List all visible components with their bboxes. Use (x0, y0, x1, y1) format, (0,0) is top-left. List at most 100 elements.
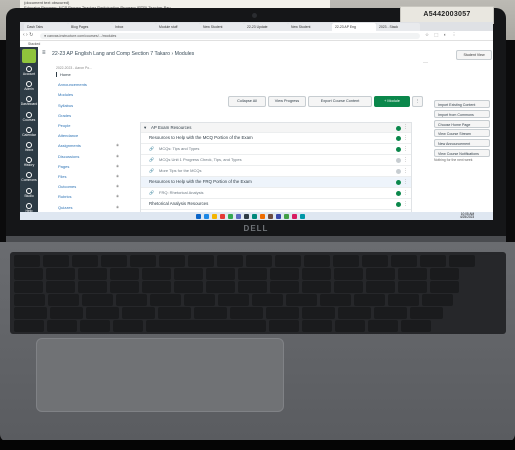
store-icon[interactable] (268, 213, 273, 219)
key[interactable] (430, 281, 459, 293)
key[interactable] (174, 281, 203, 293)
browser-tab[interactable]: 22-23 Update (244, 23, 288, 31)
url-input[interactable]: ● canvas.instructure.com/courses/.../mod… (40, 32, 420, 39)
item-menu-icon[interactable]: ⋮ (403, 155, 408, 165)
key[interactable] (217, 255, 243, 267)
browser-tab[interactable]: New Student (200, 23, 244, 31)
key[interactable] (302, 320, 332, 332)
key[interactable] (14, 294, 45, 306)
global-nav-admin[interactable]: Admin (20, 80, 38, 95)
key[interactable] (116, 294, 147, 306)
settings-icon[interactable] (300, 213, 305, 219)
sidebar-button[interactable]: New Announcement (434, 139, 490, 148)
key[interactable] (206, 268, 235, 280)
key[interactable] (334, 281, 363, 293)
published-check-icon[interactable] (396, 201, 401, 207)
add-module-button[interactable]: + Module (374, 96, 410, 107)
course-nav-files[interactable]: Files (58, 174, 66, 179)
more-options-icon[interactable]: ⋮ (412, 96, 423, 107)
key[interactable] (334, 268, 363, 280)
course-nav-rubrics[interactable]: Rubrics (58, 194, 72, 199)
key[interactable] (401, 320, 431, 332)
key[interactable] (46, 281, 75, 293)
module-header[interactable]: ▾ AP Exam Resources ⋮ (141, 123, 411, 132)
key[interactable] (130, 255, 156, 267)
key[interactable] (270, 268, 299, 280)
key[interactable] (368, 320, 398, 332)
course-nav-people[interactable]: People (58, 123, 70, 128)
collapse-all-button[interactable]: Collapse All (228, 96, 266, 107)
edge-icon[interactable] (228, 213, 233, 219)
key[interactable] (410, 307, 443, 319)
key[interactable] (275, 255, 301, 267)
global-nav-commons[interactable]: Commons (20, 171, 38, 186)
key[interactable] (43, 255, 69, 267)
mail-icon[interactable] (276, 213, 281, 219)
key[interactable] (82, 294, 113, 306)
browser-tab[interactable]: Module stuff (156, 23, 200, 31)
global-nav-studio[interactable]: Studio (20, 187, 38, 202)
published-check-icon[interactable] (396, 146, 401, 152)
key[interactable] (449, 255, 475, 267)
key[interactable] (146, 320, 266, 332)
key[interactable] (366, 268, 395, 280)
export-course-content-button[interactable]: Export Course Content (308, 96, 372, 107)
published-check-icon[interactable] (396, 157, 401, 163)
global-nav-calendar[interactable]: Calendar (20, 126, 38, 141)
chevron-down-icon[interactable]: ▾ (144, 123, 146, 132)
key[interactable] (142, 281, 171, 293)
key[interactable] (206, 281, 235, 293)
key[interactable] (14, 268, 43, 280)
module-text-header[interactable]: Resources to Help with the FRQ Portion o… (141, 176, 411, 187)
key[interactable] (266, 307, 299, 319)
search-icon[interactable] (204, 213, 209, 219)
key[interactable] (184, 294, 215, 306)
sidebar-button[interactable]: Import from Commons (434, 109, 490, 118)
key[interactable] (174, 268, 203, 280)
key[interactable] (338, 307, 371, 319)
course-nav-home[interactable]: Home (56, 72, 71, 77)
global-nav-dashboard[interactable]: Dashboard (20, 95, 38, 110)
module-item[interactable]: 🔗 FRQ: Rhetorical Analysis ⋮ (141, 187, 411, 198)
browser-tab[interactable]: Blog Pages (68, 23, 112, 31)
course-nav-modules[interactable]: Modules (58, 92, 73, 97)
global-nav-account[interactable]: Account (20, 65, 38, 80)
key[interactable] (333, 255, 359, 267)
course-nav-quizzes[interactable]: Quizzes (58, 205, 72, 210)
key[interactable] (362, 255, 388, 267)
key[interactable] (422, 294, 453, 306)
key[interactable] (398, 268, 427, 280)
key[interactable] (230, 307, 263, 319)
key[interactable] (14, 281, 43, 293)
outlook-icon[interactable] (252, 213, 257, 219)
browser-tab[interactable]: 22-23 AP Eng (332, 23, 376, 31)
item-menu-icon[interactable]: ⋮ (403, 199, 408, 209)
key[interactable] (159, 255, 185, 267)
key[interactable] (142, 268, 171, 280)
key[interactable] (86, 307, 119, 319)
teams-icon[interactable] (236, 213, 241, 219)
key[interactable] (304, 255, 330, 267)
module-item[interactable]: 🔗 More Tips for the MCQs ⋮ (141, 165, 411, 176)
sidebar-button[interactable]: View Course Stream (434, 129, 490, 138)
published-check-icon[interactable] (396, 179, 401, 185)
key[interactable] (366, 281, 395, 293)
key[interactable] (46, 268, 75, 280)
sidebar-button[interactable]: Import Existing Content (434, 100, 490, 108)
key[interactable] (50, 307, 83, 319)
key[interactable] (246, 255, 272, 267)
course-nav-attendance[interactable]: Attendance (58, 133, 78, 138)
key[interactable] (78, 268, 107, 280)
key[interactable] (420, 255, 446, 267)
canvas-logo[interactable] (22, 49, 36, 63)
module-menu-icon[interactable]: ⋮ (403, 123, 408, 132)
key[interactable] (158, 307, 191, 319)
key[interactable] (14, 255, 40, 267)
key[interactable] (14, 307, 47, 319)
photos-icon[interactable] (292, 213, 297, 219)
taskbar-clock[interactable]: 10:05 AM 4/25/2023 (460, 212, 474, 220)
key[interactable] (430, 268, 459, 280)
key[interactable] (101, 255, 127, 267)
key[interactable] (194, 307, 227, 319)
course-nav-announcements[interactable]: Announcements (58, 82, 87, 87)
